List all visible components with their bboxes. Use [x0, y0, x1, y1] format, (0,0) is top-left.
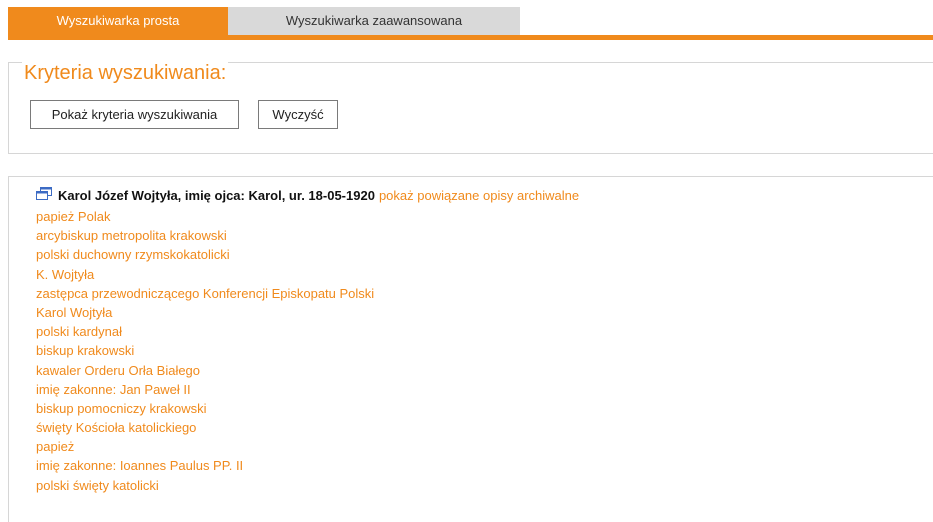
alias-link[interactable]: polski kardynał: [36, 322, 374, 341]
show-related-descriptions-link[interactable]: pokaż powiązane opisy archiwalne: [379, 188, 579, 203]
alias-link[interactable]: polski duchowny rzymskokatolicki: [36, 245, 374, 264]
clear-button[interactable]: Wyczyść: [258, 100, 338, 129]
show-criteria-button[interactable]: Pokaż kryteria wyszukiwania: [30, 100, 239, 129]
alias-link[interactable]: biskup krakowski: [36, 341, 374, 360]
alias-link[interactable]: imię zakonne: Jan Paweł II: [36, 380, 374, 399]
search-tabs: Wyszukiwarka prosta Wyszukiwarka zaawans…: [8, 7, 933, 40]
alias-link[interactable]: święty Kościoła katolickiego: [36, 418, 374, 437]
alias-link[interactable]: zastępca przewodniczącego Konferencji Ep…: [36, 284, 374, 303]
tab-advanced-search[interactable]: Wyszukiwarka zaawansowana: [228, 7, 520, 35]
alias-link[interactable]: polski święty katolicki: [36, 476, 374, 495]
alias-link[interactable]: biskup pomocniczy krakowski: [36, 399, 374, 418]
alias-link[interactable]: arcybiskup metropolita krakowski: [36, 226, 374, 245]
search-criteria-legend: Kryteria wyszukiwania:: [22, 61, 229, 85]
alias-list: papież Polak arcybiskup metropolita krako…: [36, 207, 374, 495]
alias-link[interactable]: kawaler Orderu Orła Białego: [36, 361, 374, 380]
result-header: Karol Józef Wojtyła, imię ojca: Karol, u…: [36, 187, 579, 205]
result-title: Karol Józef Wojtyła, imię ojca: Karol, u…: [58, 188, 375, 203]
alias-link[interactable]: K. Wojtyła: [36, 265, 374, 284]
tab-simple-search[interactable]: Wyszukiwarka prosta: [8, 7, 228, 35]
alias-link[interactable]: papież Polak: [36, 207, 374, 226]
window-icon[interactable]: [36, 187, 52, 201]
alias-link[interactable]: papież: [36, 437, 374, 456]
alias-link[interactable]: imię zakonne: Ioannes Paulus PP. II: [36, 456, 374, 475]
alias-link[interactable]: Karol Wojtyła: [36, 303, 374, 322]
